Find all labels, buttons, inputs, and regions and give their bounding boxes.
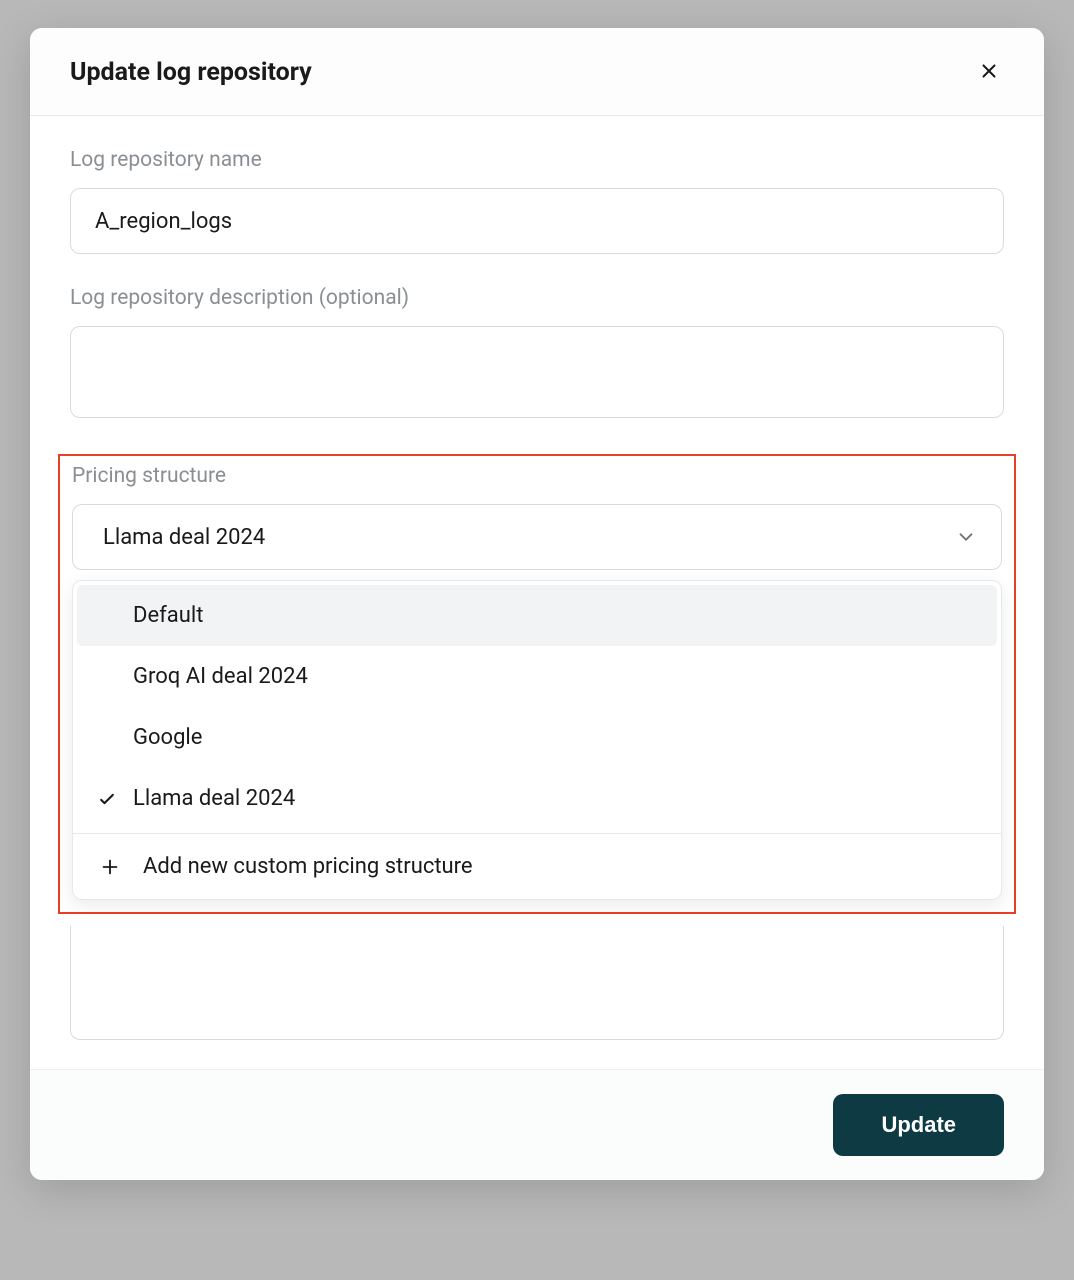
description-input[interactable] [70,326,1004,418]
option-label: Google [133,725,202,750]
add-pricing-structure[interactable]: Add new custom pricing structure [73,834,1001,899]
pricing-selected-value: Llama deal 2024 [103,525,265,550]
name-field-group: Log repository name [70,148,1004,254]
update-button[interactable]: Update [833,1094,1004,1156]
pricing-select[interactable]: Llama deal 2024 [72,504,1002,570]
modal-title: Update log repository [70,58,312,87]
modal-body: Log repository name Log repository descr… [30,116,1044,1069]
pricing-option-groq[interactable]: Groq AI deal 2024 [77,646,997,707]
close-icon [978,60,1000,82]
check-space [97,789,133,809]
name-label: Log repository name [70,148,1004,172]
pricing-label: Pricing structure [72,464,1006,488]
modal-header: Update log repository [30,28,1044,116]
option-label: Default [133,603,203,628]
pricing-highlight-box: Pricing structure Llama deal 2024 Defaul… [58,454,1016,914]
name-input[interactable] [70,188,1004,254]
description-field-group: Log repository description (optional) [70,286,1004,422]
pricing-option-google[interactable]: Google [77,707,997,768]
chevron-down-icon [955,526,977,548]
close-button[interactable] [974,56,1004,89]
option-label: Llama deal 2024 [133,786,295,811]
plus-icon [99,856,121,878]
obscured-field-area [70,926,1004,1040]
pricing-option-llama[interactable]: Llama deal 2024 [77,768,997,829]
pricing-option-default[interactable]: Default [77,585,997,646]
description-label: Log repository description (optional) [70,286,1004,310]
pricing-dropdown: Default Groq AI deal 2024 Google [72,580,1002,900]
option-label: Groq AI deal 2024 [133,664,308,689]
update-log-repository-modal: Update log repository Log repository nam… [30,28,1044,1180]
add-pricing-label: Add new custom pricing structure [143,854,473,879]
update-button-label: Update [881,1112,956,1137]
modal-footer: Update [30,1069,1044,1180]
check-icon [97,789,117,809]
